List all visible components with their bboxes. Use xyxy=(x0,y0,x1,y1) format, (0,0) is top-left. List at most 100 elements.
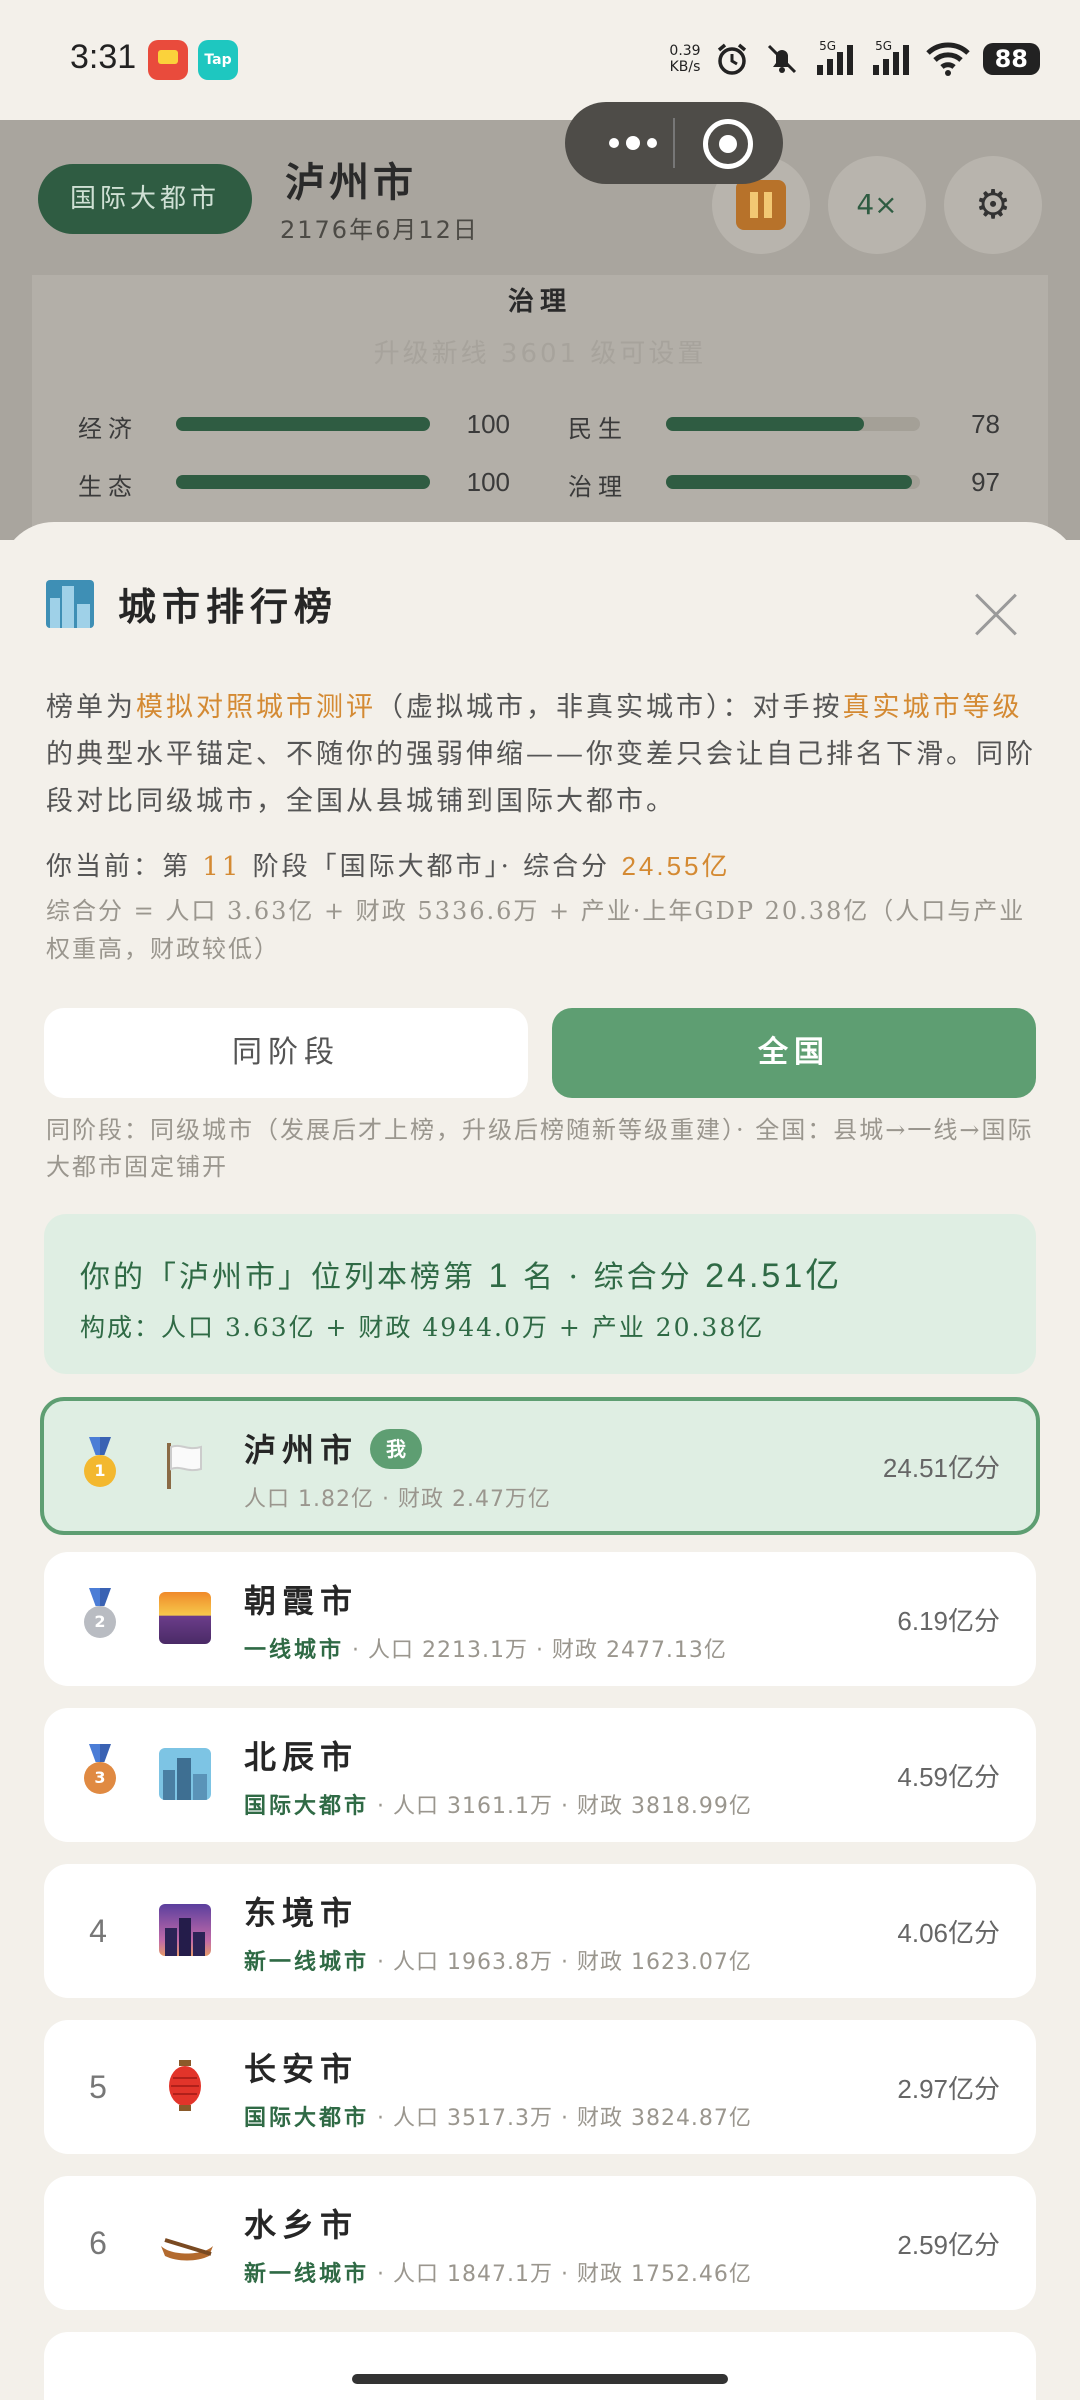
row-score: 4.59亿分 xyxy=(897,1761,1000,1792)
stat-governance: 治理 97 xyxy=(568,461,1008,501)
cell-signal-icon-2: 5G xyxy=(869,39,913,78)
stat-value: 100 xyxy=(466,467,510,497)
close-icon[interactable] xyxy=(972,590,1022,640)
speed-label: 4× xyxy=(856,188,898,221)
ranking-row[interactable]: 5 长安市 国际大都市 · 人口 3517.3万 · 财政 3824.87亿 2… xyxy=(44,2020,1036,2154)
white-flag-icon xyxy=(159,1439,211,1491)
cell-signal-icon: 5G xyxy=(813,39,857,78)
game-background: 国际大都市 泸州市 2176年6月12日 4× ⚙ 治理 升级新线 3601 级… xyxy=(0,120,1080,540)
summary-prefix: 你的「泸州市」位列本榜第 xyxy=(80,1260,476,1295)
current-prefix: 你当前：第 xyxy=(46,852,192,882)
row-name: 东境市 xyxy=(244,1894,359,1932)
ranking-row[interactable]: 6 水乡市 新一线城市 · 人口 1847.1万 · 财政 1752.46亿 2… xyxy=(44,2176,1036,2310)
canoe-icon xyxy=(159,2218,213,2270)
ranking-row-me[interactable]: 1 泸州市我 人口 1.82亿 · 财政 2.47万亿 24.51亿分 xyxy=(40,1397,1040,1535)
stat-bar xyxy=(666,475,920,489)
intro-part: 榜单为 xyxy=(46,692,136,723)
stat-label: 治理 xyxy=(568,473,628,501)
gear-icon: ⚙ xyxy=(975,182,1011,228)
lantern-icon xyxy=(159,2058,211,2111)
status-bar: 3:31 Tap 0.39 KB/s 5G 5G 88 xyxy=(0,0,1080,120)
settings-button[interactable]: ⚙ xyxy=(944,156,1042,254)
ranking-tabs: 同阶段 全国 xyxy=(44,1008,1036,1098)
status-icons: 0.39 KB/s 5G 5G 88 xyxy=(669,34,1040,84)
row-stats: 国际大都市 · 人口 3517.3万 · 财政 3824.87亿 xyxy=(244,2100,752,2132)
taptap-app-icon: Tap xyxy=(198,40,238,80)
game-date: 2176年6月12日 xyxy=(280,216,479,244)
home-indicator[interactable] xyxy=(352,2374,728,2384)
stat-economy: 经济 100 xyxy=(78,403,518,443)
stat-ecology: 生态 100 xyxy=(78,461,518,501)
my-rank-summary: 你的「泸州市」位列本榜第 1 名 · 综合分 24.51亿 构成：人口 3.63… xyxy=(44,1214,1036,1374)
tab-same-stage[interactable]: 同阶段 xyxy=(44,1008,528,1098)
video-app-icon xyxy=(148,40,188,80)
city-dusk-icon xyxy=(159,1904,211,1956)
rank-number: 4 xyxy=(89,1912,107,1949)
miniprogram-capsule xyxy=(565,102,783,184)
row-stats: 新一线城市 · 人口 1847.1万 · 财政 1752.46亿 xyxy=(244,2256,752,2288)
me-badge: 我 xyxy=(370,1428,423,1469)
summary-score: 24.51亿 xyxy=(705,1257,843,1295)
card-subtitle: 升级新线 3601 级可设置 xyxy=(373,339,707,369)
current-stage: 11 xyxy=(202,852,242,882)
row-tier: 国际大都市 xyxy=(244,2105,370,2131)
row-score: 2.59亿分 xyxy=(897,2229,1000,2260)
current-middle: 阶段「国际大都市」· 综合分 xyxy=(252,852,611,882)
stat-bar xyxy=(176,417,430,431)
row-tier: 国际大都市 xyxy=(244,1793,370,1819)
stat-value: 100 xyxy=(466,409,510,439)
net-speed-value: 0.39 xyxy=(669,43,701,59)
row-stats: 人口 1.82亿 · 财政 2.47万亿 xyxy=(244,1487,551,1512)
row-stats: 国际大都市 · 人口 3161.1万 · 财政 3818.99亿 xyxy=(244,1788,752,1820)
intro-part: 的典型水平锚定、不随你的强弱伸缩——你变差只会让自己排名下滑。同阶段对比同级城市… xyxy=(46,739,1036,817)
ranking-row[interactable]: 2 朝霞市 一线城市 · 人口 2213.1万 · 财政 2477.13亿 6.… xyxy=(44,1552,1036,1686)
stat-label: 民生 xyxy=(568,415,628,443)
intro-highlight: 真实城市等级 xyxy=(842,692,1023,723)
governance-card: 治理 升级新线 3601 级可设置 经济 100 民生 78 生态 100 治理… xyxy=(32,275,1048,540)
row-sub: · 人口 3517.3万 · 财政 3824.87亿 xyxy=(377,2106,752,2131)
intro-text: 榜单为模拟对照城市测评（虚拟城市，非真实城市）：对手按真实城市等级的典型水平锚定… xyxy=(46,684,1036,825)
rank-number: 1 xyxy=(94,1461,106,1480)
row-name: 水乡市 xyxy=(244,2206,359,2244)
row-name: 北辰市 xyxy=(244,1738,359,1776)
city-level-pill: 国际大都市 xyxy=(38,164,252,234)
stat-label: 生态 xyxy=(78,473,138,501)
row-stats: 新一线城市 · 人口 1963.8万 · 财政 1623.07亿 xyxy=(244,1944,752,1976)
network-speed: 0.39 KB/s xyxy=(669,43,700,75)
bronze-medal-icon: 3 xyxy=(84,1762,116,1794)
close-miniprogram-button[interactable] xyxy=(703,119,753,169)
wifi-icon xyxy=(925,40,971,78)
rank-number: 2 xyxy=(94,1612,106,1631)
city-name-row: 泸州市我 xyxy=(244,1425,423,1473)
more-options-button[interactable] xyxy=(593,102,673,184)
row-sub: · 人口 1963.8万 · 财政 1623.07亿 xyxy=(377,1950,752,1975)
current-status: 你当前：第 11 阶段「国际大都市」· 综合分 24.55亿 xyxy=(46,847,1036,886)
summary-mid: 名 · 综合分 xyxy=(523,1260,693,1295)
gold-medal-icon: 1 xyxy=(84,1455,116,1487)
row-sub: · 人口 1847.1万 · 财政 1752.46亿 xyxy=(377,2262,752,2287)
intro-part: （虚拟城市，非真实城市）：对手按 xyxy=(376,692,843,723)
stat-fill xyxy=(666,475,913,489)
stat-label: 经济 xyxy=(78,415,138,443)
signal2-label: 5G xyxy=(875,39,893,53)
rank-number: 3 xyxy=(94,1768,106,1787)
ranking-row-partial[interactable] xyxy=(44,2332,1036,2400)
row-tier: 新一线城市 xyxy=(244,1949,370,1975)
rank-number: 5 xyxy=(89,2068,107,2105)
net-speed-unit: KB/s xyxy=(669,59,701,75)
ranking-row[interactable]: 3 北辰市 国际大都市 · 人口 3161.1万 · 财政 3818.99亿 4… xyxy=(44,1708,1036,1842)
sheet-title: 城市排行榜 xyxy=(118,584,339,629)
tab-national[interactable]: 全国 xyxy=(552,1008,1036,1098)
cityscape-icon xyxy=(159,1748,211,1800)
speed-button[interactable]: 4× xyxy=(828,156,926,254)
tab-note: 同阶段：同级城市（发展后才上榜，升级后榜随新等级重建）· 全国：县城→一线→国际… xyxy=(46,1116,1034,1181)
stat-fill xyxy=(176,475,430,489)
ranking-row[interactable]: 4 东境市 新一线城市 · 人口 1963.8万 · 财政 1623.07亿 4… xyxy=(44,1864,1036,1998)
summary-rank: 1 xyxy=(488,1257,511,1295)
stat-value: 97 xyxy=(971,467,1000,497)
alarm-icon xyxy=(713,40,751,78)
stat-livelihood: 民生 78 xyxy=(568,403,1008,443)
signal1-label: 5G xyxy=(819,39,837,53)
row-sub: · 人口 3161.1万 · 财政 3818.99亿 xyxy=(377,1794,752,1819)
row-name: 泸州市 xyxy=(244,1431,359,1469)
